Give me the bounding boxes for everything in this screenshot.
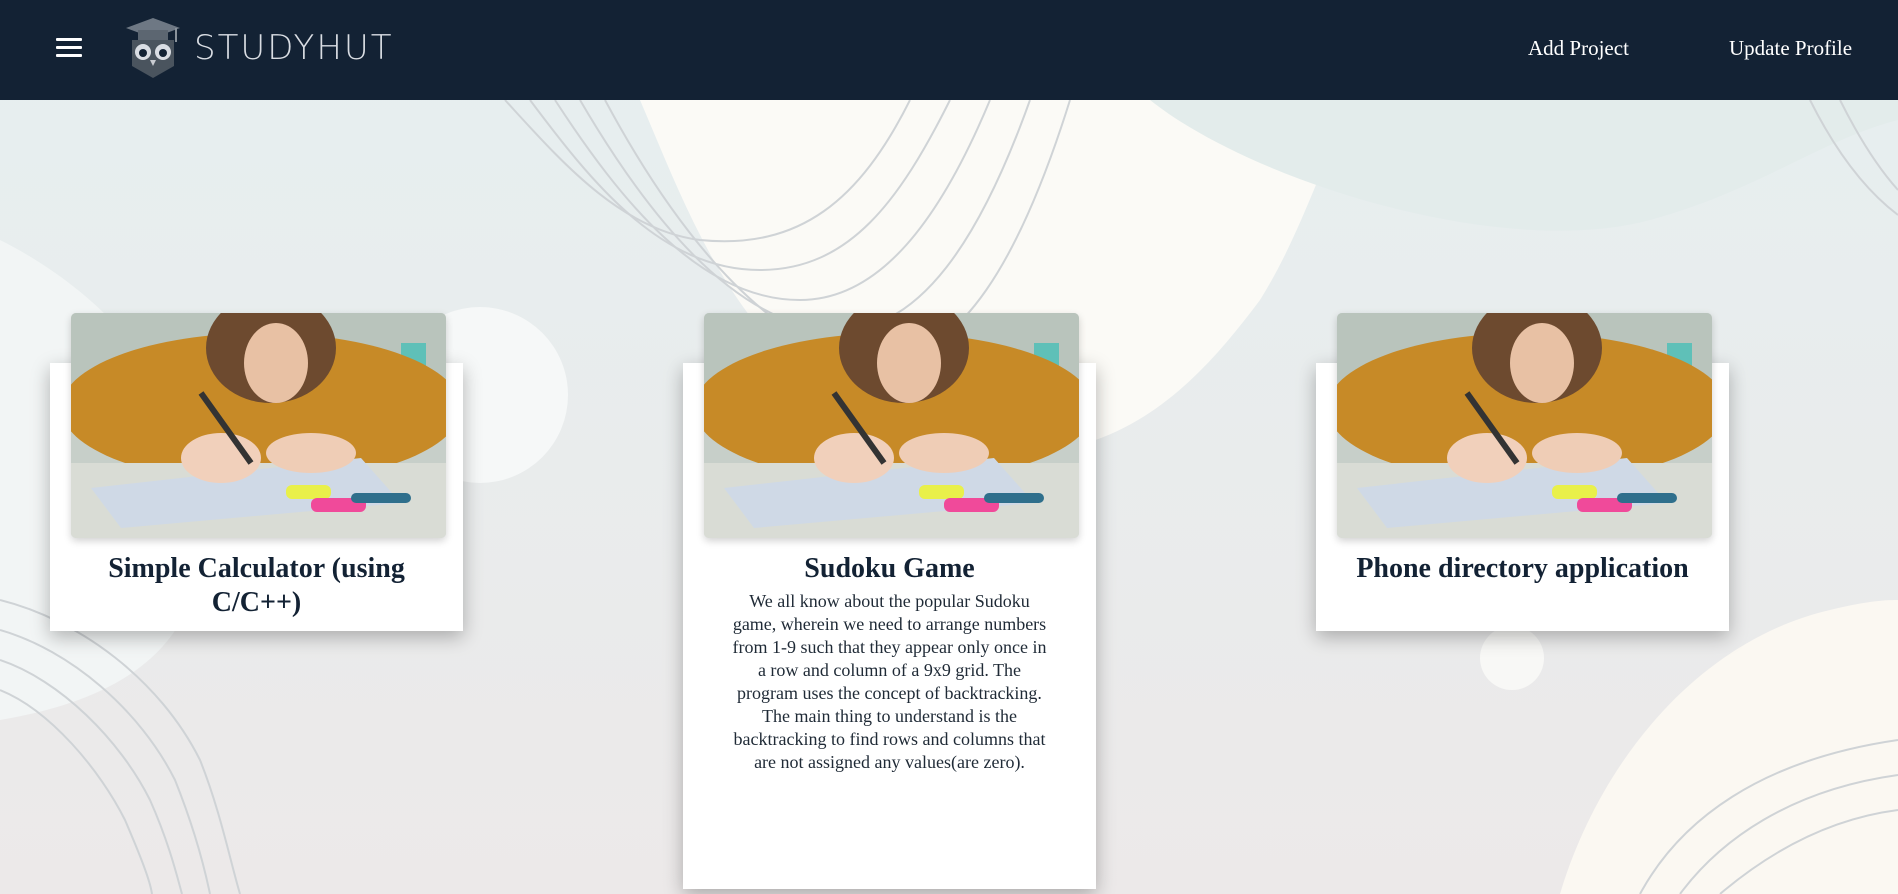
project-image[interactable] bbox=[704, 313, 1079, 538]
update-profile-link[interactable]: Update Profile bbox=[1729, 36, 1852, 61]
add-project-link[interactable]: Add Project bbox=[1528, 36, 1629, 61]
project-title[interactable]: Sudoku Game bbox=[705, 552, 1074, 586]
project-description: We all know about the popular Sudoku gam… bbox=[732, 591, 1047, 772]
project-title[interactable]: Phone directory application bbox=[1338, 552, 1707, 586]
studyhut-logo[interactable]: STUDYHUT bbox=[124, 16, 394, 80]
card-body: Sudoku Game We all know about the popula… bbox=[683, 552, 1096, 774]
project-image[interactable] bbox=[71, 313, 446, 538]
hamburger-menu-icon[interactable] bbox=[56, 38, 82, 62]
project-image[interactable] bbox=[1337, 313, 1712, 538]
top-navbar: STUDYHUT Add Project Update Profile bbox=[0, 0, 1898, 100]
card-body: Phone directory application bbox=[1316, 552, 1729, 590]
card-body: Simple Calculator (using C/C++) bbox=[50, 552, 463, 624]
logo-text: STUDYHUT bbox=[194, 28, 394, 68]
project-title[interactable]: Simple Calculator (using C/C++) bbox=[72, 552, 441, 620]
owl-graduation-cap-icon bbox=[126, 18, 180, 78]
